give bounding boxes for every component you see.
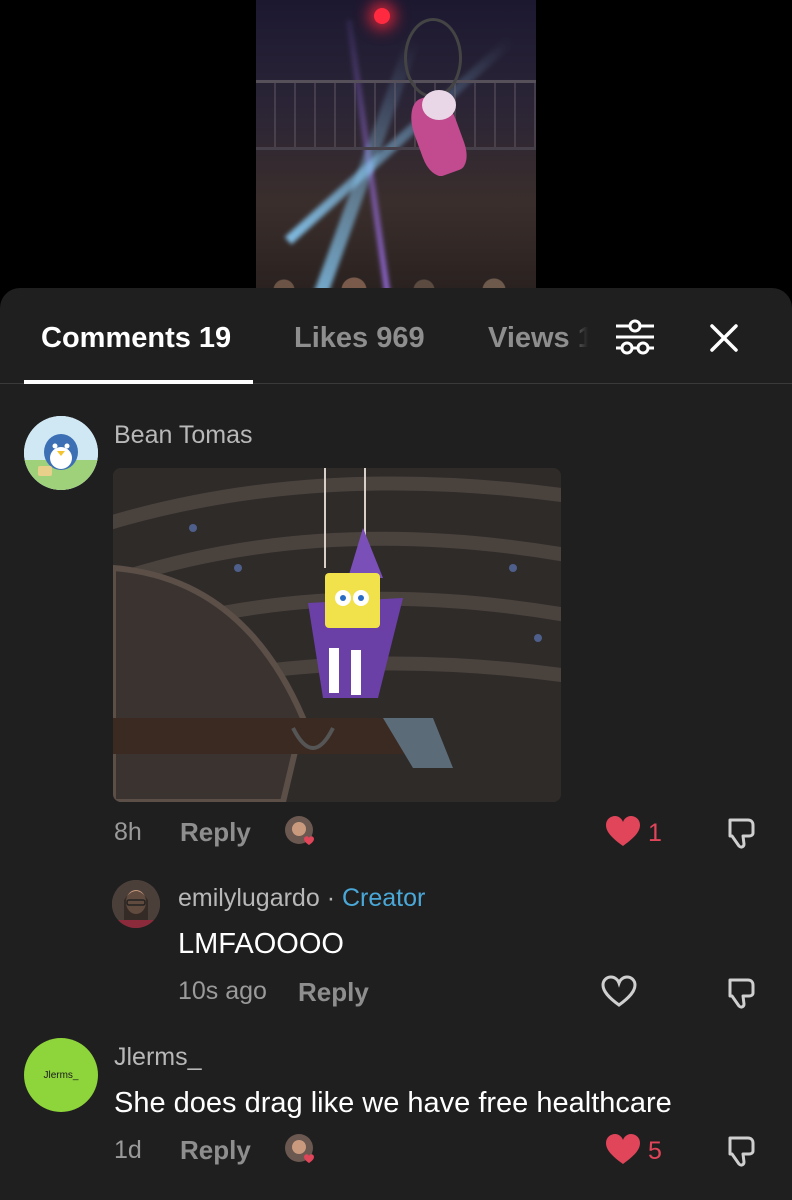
creator-badge: Creator: [341, 884, 426, 912]
filter-icon: [616, 319, 654, 355]
avatar[interactable]: [24, 416, 98, 490]
reply-button[interactable]: Reply: [298, 977, 369, 1008]
dislike-icon[interactable]: [722, 814, 760, 852]
comments-sheet: Comments 19 Likes 969 Views 1 Bean Tomas…: [0, 288, 792, 1200]
comment-time: 1d: [114, 1136, 142, 1164]
reply-time: 10s ago: [178, 977, 267, 1005]
piplup-avatar-icon: [24, 416, 98, 490]
comment-text: She does drag like we have free healthca…: [114, 1087, 672, 1119]
reply-button[interactable]: Reply: [180, 817, 251, 848]
active-tab-indicator: [24, 380, 253, 384]
balcony: [256, 80, 536, 150]
like-count: 1: [648, 819, 662, 847]
comment-gif[interactable]: [113, 468, 561, 802]
aerial-hoop: [404, 18, 462, 98]
reply-button[interactable]: Reply: [180, 1135, 251, 1166]
dislike-icon[interactable]: [722, 1132, 760, 1170]
reply-username[interactable]: emilylugardo: [178, 884, 320, 912]
dislike-icon[interactable]: [722, 974, 760, 1012]
performer-hair: [422, 90, 456, 120]
avatar[interactable]: Jlerms_: [24, 1038, 98, 1112]
heart-icon[interactable]: [604, 1132, 642, 1166]
reply-username-line: emilylugardo · Creator: [178, 884, 425, 913]
heart-icon[interactable]: [604, 814, 642, 848]
tab-comments[interactable]: Comments 19: [41, 322, 231, 355]
comment-username[interactable]: Bean Tomas: [114, 421, 253, 450]
video-area: [0, 0, 792, 300]
close-icon: [710, 324, 738, 352]
username-separator: ·: [319, 884, 342, 912]
avatar[interactable]: [112, 880, 160, 928]
comment-username[interactable]: Jlerms_: [114, 1043, 202, 1072]
creator-liked-avatar-icon: [285, 1134, 314, 1163]
tab-views[interactable]: Views 1: [488, 322, 588, 355]
filter-button[interactable]: [612, 316, 658, 358]
avatar-text: Jlerms_: [43, 1069, 79, 1081]
heart-outline-icon[interactable]: [600, 974, 638, 1008]
comment-time: 8h: [114, 818, 142, 846]
user-avatar-icon: [112, 880, 160, 928]
tab-likes[interactable]: Likes 969: [294, 322, 425, 355]
stage-light: [374, 8, 390, 24]
crowd: [256, 260, 536, 290]
reply-text: LMFAOOOO: [178, 928, 344, 960]
video-thumbnail[interactable]: [256, 0, 536, 290]
like-count: 5: [648, 1137, 662, 1165]
tab-bar: Comments 19 Likes 969 Views 1: [0, 288, 792, 384]
spongebob-wizard-gif: [113, 468, 561, 802]
close-button[interactable]: [702, 316, 746, 360]
stage-beam: [303, 37, 420, 290]
creator-liked-avatar-icon: [285, 816, 314, 845]
